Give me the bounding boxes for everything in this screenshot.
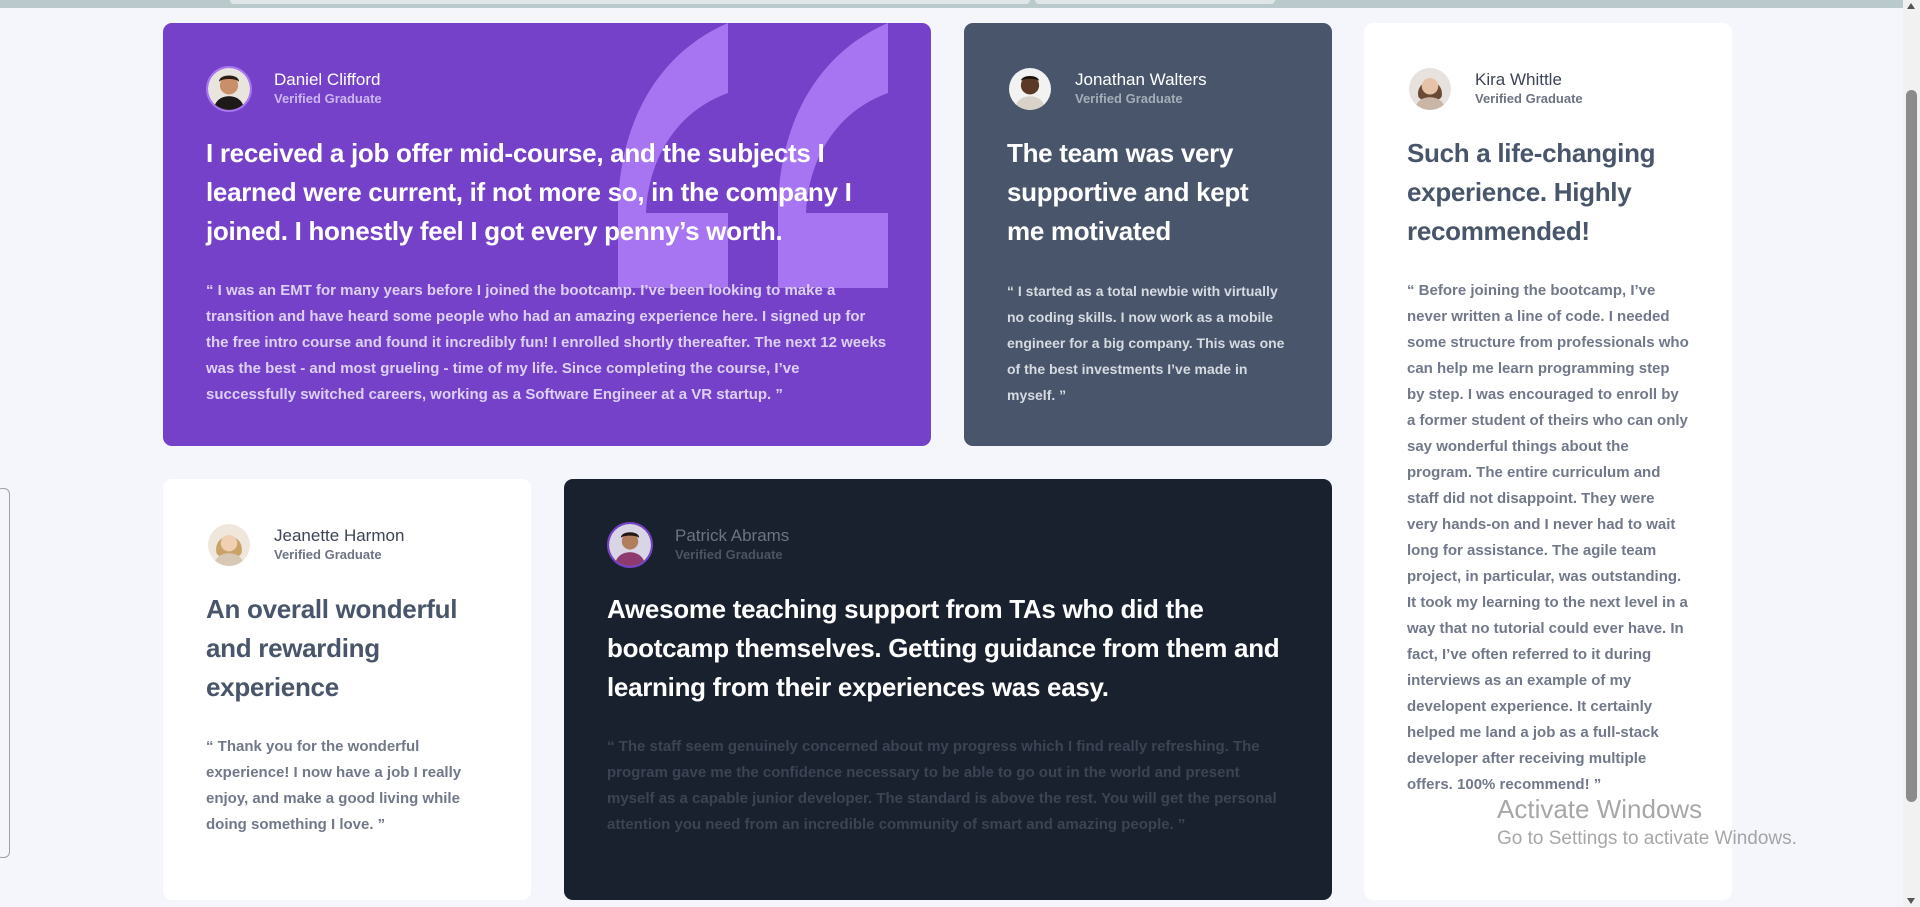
testimonial-card-daniel: Daniel Clifford Verified Graduate I rece… <box>163 23 931 446</box>
testimonial-body: “ I started as a total newbie with virtu… <box>1007 283 1285 403</box>
testimonial-card-patrick: Patrick Abrams Verified Graduate Awesome… <box>564 479 1332 900</box>
testimonial-headline: I received a job offer mid-course, and t… <box>206 138 852 246</box>
author-name: Patrick Abrams <box>675 526 790 545</box>
verified-badge: Verified Graduate <box>1475 91 1583 106</box>
author-name: Jeanette Harmon <box>274 526 405 545</box>
browser-top-strip <box>0 0 1920 8</box>
testimonial-body: “ The staff seem genuinely concerned abo… <box>607 738 1277 833</box>
testimonial-header: Patrick Abrams Verified Graduate <box>607 522 1289 568</box>
scroll-down-icon[interactable] <box>1907 898 1915 904</box>
verified-badge: Verified Graduate <box>675 547 783 562</box>
testimonial-card-jeanette: Jeanette Harmon Verified Graduate An ove… <box>163 479 531 900</box>
testimonial-header: Kira Whittle Verified Graduate <box>1407 66 1689 112</box>
testimonial-header: Jonathan Walters Verified Graduate <box>1007 66 1289 112</box>
author-name: Daniel Clifford <box>274 70 381 89</box>
testimonial-card-kira: Kira Whittle Verified Graduate Such a li… <box>1364 23 1732 900</box>
page-scrollbar[interactable] <box>1903 0 1920 907</box>
author-name: Kira Whittle <box>1475 70 1562 89</box>
scroll-up-icon[interactable] <box>1907 3 1915 9</box>
testimonial-body: “ Before joining the bootcamp, I’ve neve… <box>1407 282 1689 793</box>
testimonial-headline: The team was very supportive and kept me… <box>1007 138 1249 246</box>
testimonial-headline: An overall wonderful and rewarding exper… <box>206 594 458 702</box>
verified-badge: Verified Graduate <box>274 547 382 562</box>
scrollbar-thumb[interactable] <box>1906 90 1917 802</box>
browser-tab-edge <box>1035 0 1275 4</box>
side-panel-handle[interactable] <box>0 488 10 858</box>
verified-badge: Verified Graduate <box>1075 91 1183 106</box>
testimonial-body: “ I was an EMT for many years before I j… <box>206 282 887 403</box>
avatar <box>206 522 252 568</box>
browser-tab-edge <box>230 0 1030 4</box>
testimonial-headline: Such a life-changing experience. Highly … <box>1407 138 1656 246</box>
avatar <box>1007 66 1053 112</box>
verified-badge: Verified Graduate <box>274 91 382 106</box>
testimonial-header: Jeanette Harmon Verified Graduate <box>206 522 488 568</box>
testimonial-header: Daniel Clifford Verified Graduate <box>206 66 888 112</box>
testimonial-headline: Awesome teaching support from TAs who di… <box>607 594 1280 702</box>
avatar <box>1407 66 1453 112</box>
author-name: Jonathan Walters <box>1075 70 1207 89</box>
avatar <box>206 66 252 112</box>
testimonial-body: “ Thank you for the wonderful experience… <box>206 738 462 833</box>
avatar <box>607 522 653 568</box>
testimonial-card-jonathan: Jonathan Walters Verified Graduate The t… <box>964 23 1332 446</box>
